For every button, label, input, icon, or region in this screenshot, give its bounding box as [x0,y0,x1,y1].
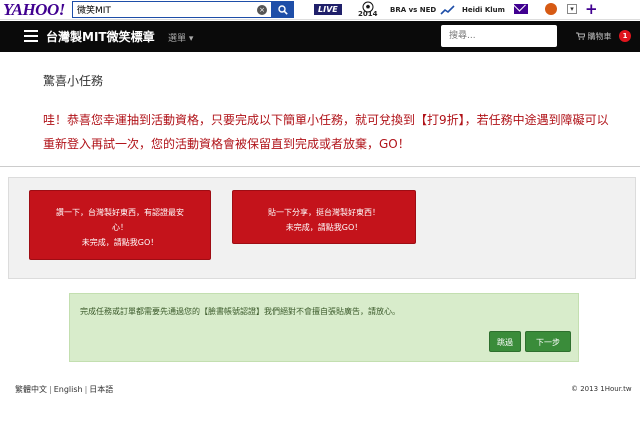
trending-icon [440,5,455,15]
live-badge[interactable]: LIVE [314,4,342,15]
trending-link[interactable]: Heidi Klum [462,6,505,14]
mail-icon[interactable] [514,4,528,14]
copyright: © 2013 1Hour.tw [571,385,632,393]
worldcup-year: 2014 [358,10,378,18]
site-navbar: 台灣製MIT微笑標章 選單 ▾ 購物車 1 [0,21,640,52]
divider [0,166,640,167]
yahoo-toolbar: YAHOO! × LIVE 2014 BRA vs NED Heidi Klum… [0,0,640,20]
hamburger-menu-icon[interactable] [24,30,38,42]
cart-icon [576,32,586,40]
cart-count-badge: 1 [619,30,631,42]
task-line: 讚一下，台灣製好東西，有認證最安 [56,208,184,217]
cart-label: 購物車 [587,32,612,41]
yahoo-search-button[interactable] [272,1,294,18]
yahoo-search-input[interactable] [73,2,253,17]
site-brand[interactable]: 台灣製MIT微笑標章 [46,28,155,45]
skip-button[interactable]: 跳過 [489,331,521,352]
task-status: 未完成，請點我GO！ [81,238,159,247]
plus-icon[interactable]: + [585,0,598,18]
country-icon[interactable] [545,3,557,15]
yahoo-logo[interactable]: YAHOO! [3,0,65,20]
lang-separator: | [49,385,52,394]
cart-link[interactable]: 購物車 [576,31,612,42]
lang-zh-tw[interactable]: 繁體中文 [15,385,47,394]
lang-ja[interactable]: 日本語 [89,385,113,394]
task-status: 未完成，請點我GO！ [285,223,363,232]
search-icon [278,4,288,15]
share-task-button[interactable]: 貼一下分享，挺台灣製好東西！ 未完成，請點我GO！ [232,190,416,244]
clear-icon[interactable]: × [257,5,267,15]
auth-notice-text: 完成任務或訂單都需要先通過您的【臉書帳號認證】我們絕對不會擅自張貼廣告，請放心。 [80,307,400,316]
lang-en[interactable]: English [54,385,83,394]
like-task-button[interactable]: 讚一下，台灣製好東西，有認證最安 心！ 未完成，請點我GO！ [29,190,211,260]
intro-message: 哇！恭喜您幸運抽到活動資格，只要完成以下簡單小任務，就可兌換到【打9折】，若任務… [43,113,609,151]
match-score-link[interactable]: BRA vs NED [390,6,436,14]
task-line: 貼一下分享，挺台灣製好東西！ [268,208,380,217]
dropdown-icon[interactable]: ▾ [567,4,577,14]
page-title: 驚喜小任務 [43,74,104,88]
yahoo-search-box[interactable]: × [72,1,272,18]
next-step-button[interactable]: 下一步 [525,331,571,352]
site-search-input[interactable] [441,25,557,47]
language-switcher: 繁體中文 | English | 日本語 [15,384,113,395]
worldcup-widget[interactable]: 2014 [358,1,378,19]
menu-dropdown[interactable]: 選單 ▾ [168,31,193,44]
task-line: 心！ [112,223,128,232]
